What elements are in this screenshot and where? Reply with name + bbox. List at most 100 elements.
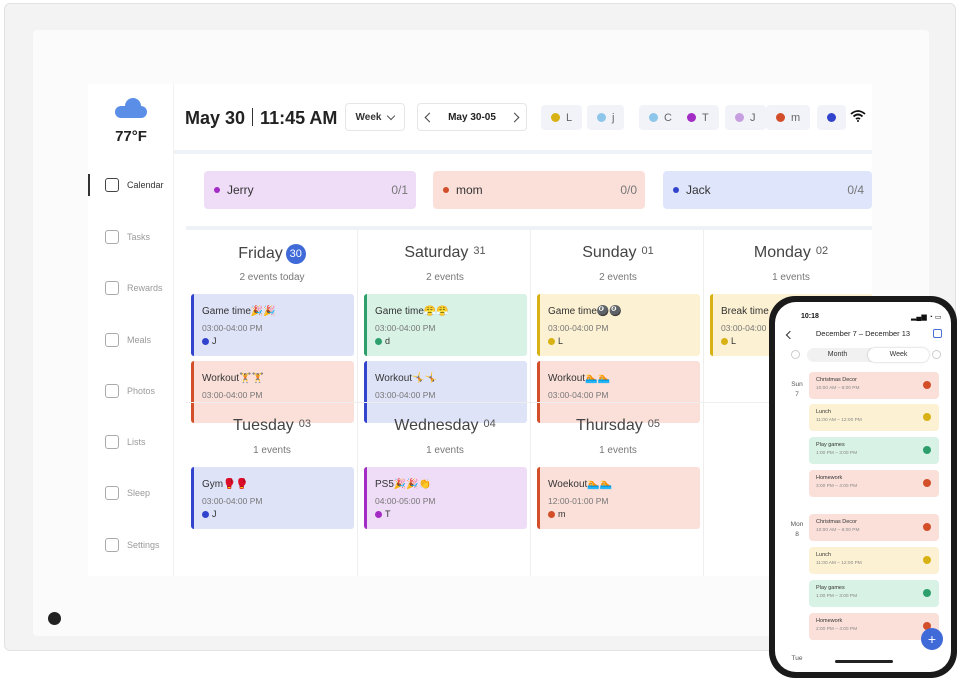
tab-week[interactable]: Week xyxy=(868,348,929,362)
assignee-color-dot xyxy=(375,510,382,518)
event-card[interactable]: PS5🎉🎉👏 04:00-05:00 PM T xyxy=(364,467,527,529)
add-event-button[interactable]: + xyxy=(921,628,943,650)
phone-device: 10:18 ▂▄▆ ◔ ▭ December 7 – December 13 M… xyxy=(769,296,957,678)
phone-event-card[interactable]: Play games 1:00 PM – 3:00 PM xyxy=(809,580,939,607)
phone-event-time: 10:00 AM – 6:00 PM xyxy=(816,528,860,533)
phone-event-card[interactable]: Homework 2:00 PM – 4:00 PM xyxy=(809,613,939,640)
day-number: 31 xyxy=(473,245,486,257)
member-filter-chip[interactable]: L xyxy=(541,105,583,130)
event-title: Workout🏋️🏋️ xyxy=(202,373,264,384)
day-name: Sunday xyxy=(582,244,637,261)
sidebar-item-sleep[interactable]: Sleep xyxy=(88,478,174,508)
day-column: Sunday 01 2 events Game time🎱🎱 03:00-04:00 P… xyxy=(532,230,704,423)
day-column: Wednesday 04 1 events PS5🎉🎉👏 04:00-05:00 PM T xyxy=(359,403,531,576)
day-number: 02 xyxy=(815,245,829,257)
view-select[interactable]: Week xyxy=(345,103,405,131)
member-filter-chip[interactable]: C xyxy=(639,105,682,130)
member-summary-mom[interactable]: mom 0/0 xyxy=(433,171,645,209)
member-summary-jerry[interactable]: Jerry 0/1 xyxy=(204,171,416,209)
day-event-count: 1 events xyxy=(772,272,810,283)
event-assignee: T xyxy=(375,509,527,519)
sidebar-item-label: Sleep xyxy=(127,488,151,498)
event-assignee: J xyxy=(202,336,354,346)
phone-event-card[interactable]: Christmas Decor 10:00 AM – 6:00 PM xyxy=(809,514,939,541)
day-name: Thursday xyxy=(576,417,643,434)
event-card[interactable]: Game time🎉🎉 03:00-04:00 PM J xyxy=(191,294,354,356)
phone-event-card[interactable]: Lunch 11:00 AM – 12:00 PM xyxy=(809,547,939,574)
sidebar-item-rewards[interactable]: Rewards xyxy=(88,273,174,303)
phone-event-card[interactable]: Christmas Decor 10:00 AM – 6:00 PM xyxy=(809,372,939,399)
day-header: Friday 30 xyxy=(186,244,358,264)
member-color-dot xyxy=(735,113,744,122)
phone-event-card[interactable]: Lunch 11:00 AM – 12:00 PM xyxy=(809,404,939,431)
member-color-dot xyxy=(551,113,560,122)
member-summary-jack[interactable]: Jack 0/4 xyxy=(663,171,872,209)
prev-week-button[interactable] xyxy=(424,112,435,122)
event-title: Game time🎉🎉 xyxy=(202,306,276,317)
tablet-screen: 77°F Calendar Tasks Rewards Meals Photos List… xyxy=(88,84,872,576)
member-filter-chip[interactable]: T xyxy=(677,105,719,130)
sidebar-item-settings[interactable]: Settings xyxy=(88,530,174,560)
phone-event-card[interactable]: Play games 1:00 PM – 3:00 PM xyxy=(809,437,939,464)
member-name: Jerry xyxy=(227,183,254,197)
event-title: Game time🎱🎱 xyxy=(548,306,622,317)
sidebar-item-meals[interactable]: Meals xyxy=(88,325,174,355)
member-color-dot xyxy=(443,187,449,193)
header: May 30 11:45 AM Week May 30-05 Lj C T Jm xyxy=(174,84,872,154)
phone-event-title: Lunch xyxy=(816,409,831,415)
phone-event-title: Homework xyxy=(816,475,843,481)
current-time: 11:45 AM xyxy=(260,108,338,128)
event-card[interactable]: Gym🥊🥊 03:00-04:00 PM J xyxy=(191,467,354,529)
assignee-badge-icon xyxy=(923,479,931,487)
assignee-color-dot xyxy=(721,337,728,345)
member-color-dot xyxy=(673,187,679,193)
phone-event-title: Homework xyxy=(816,618,843,624)
assignee-badge-icon xyxy=(923,381,931,389)
assignee-initial: J xyxy=(212,336,217,346)
event-title: Woekout🏊🏊 xyxy=(548,479,613,490)
day-event-count: 1 events xyxy=(426,445,464,456)
list-icon xyxy=(105,435,119,449)
event-title: Gym🥊🥊 xyxy=(202,479,249,490)
phone-next-button[interactable] xyxy=(932,350,941,359)
assignee-badge-icon xyxy=(923,413,931,421)
event-card[interactable]: Game time🎱🎱 03:00-04:00 PM L xyxy=(537,294,700,356)
sun-icon xyxy=(105,486,119,500)
phone-day-number: 7 xyxy=(795,391,799,398)
sidebar-item-calendar[interactable]: Calendar xyxy=(88,170,174,200)
next-week-button[interactable] xyxy=(509,112,520,122)
sidebar-item-label: Calendar xyxy=(127,180,164,190)
day-column: Tuesday 03 1 events Gym🥊🥊 03:00-04:00 PM J xyxy=(186,403,358,576)
day-name: Friday xyxy=(238,245,283,262)
sidebar-item-photos[interactable]: Photos xyxy=(88,376,174,406)
day-name: Saturday xyxy=(404,244,469,261)
event-time: 03:00-04:00 PM xyxy=(548,390,609,400)
phone-prev-button[interactable] xyxy=(791,350,800,359)
member-filter-chip[interactable]: j xyxy=(587,105,625,130)
event-card[interactable]: Woekout🏊🏊 12:00-01:00 PM m xyxy=(537,467,700,529)
event-assignee: J xyxy=(202,509,354,519)
sidebar-item-lists[interactable]: Lists xyxy=(88,427,174,457)
sidebar-item-tasks[interactable]: Tasks xyxy=(88,222,174,252)
event-card[interactable]: Game time😤😤 03:00-04:00 PM d xyxy=(364,294,527,356)
event-assignee: d xyxy=(375,336,527,346)
phone-event-card[interactable]: Homework 3:00 PM – 4:00 PM xyxy=(809,470,939,497)
phone-day-label: Sun 7 xyxy=(785,380,809,400)
day-event-count: 2 events today xyxy=(239,272,305,283)
today-badge: 30 xyxy=(285,244,306,264)
sidebar-item-label: Rewards xyxy=(127,283,163,293)
calendar-icon[interactable] xyxy=(933,329,942,338)
event-time: 03:00-04:00 PM xyxy=(375,390,436,400)
member-task-count: 0/0 xyxy=(620,183,637,197)
event-title: Workout🏊🏊 xyxy=(548,373,610,384)
phone-event-title: Play games xyxy=(816,585,845,591)
day-event-count: 2 events xyxy=(426,272,464,283)
member-filter-chip[interactable] xyxy=(817,105,846,130)
member-filter-chip[interactable]: J xyxy=(725,105,766,130)
sidebar-item-label: Meals xyxy=(127,335,152,345)
member-filter-chip[interactable]: m xyxy=(766,105,811,130)
tasks-icon xyxy=(105,230,119,244)
view-select-label: Week xyxy=(355,111,382,123)
day-number: 01 xyxy=(641,245,654,257)
tab-month[interactable]: Month xyxy=(807,348,868,362)
